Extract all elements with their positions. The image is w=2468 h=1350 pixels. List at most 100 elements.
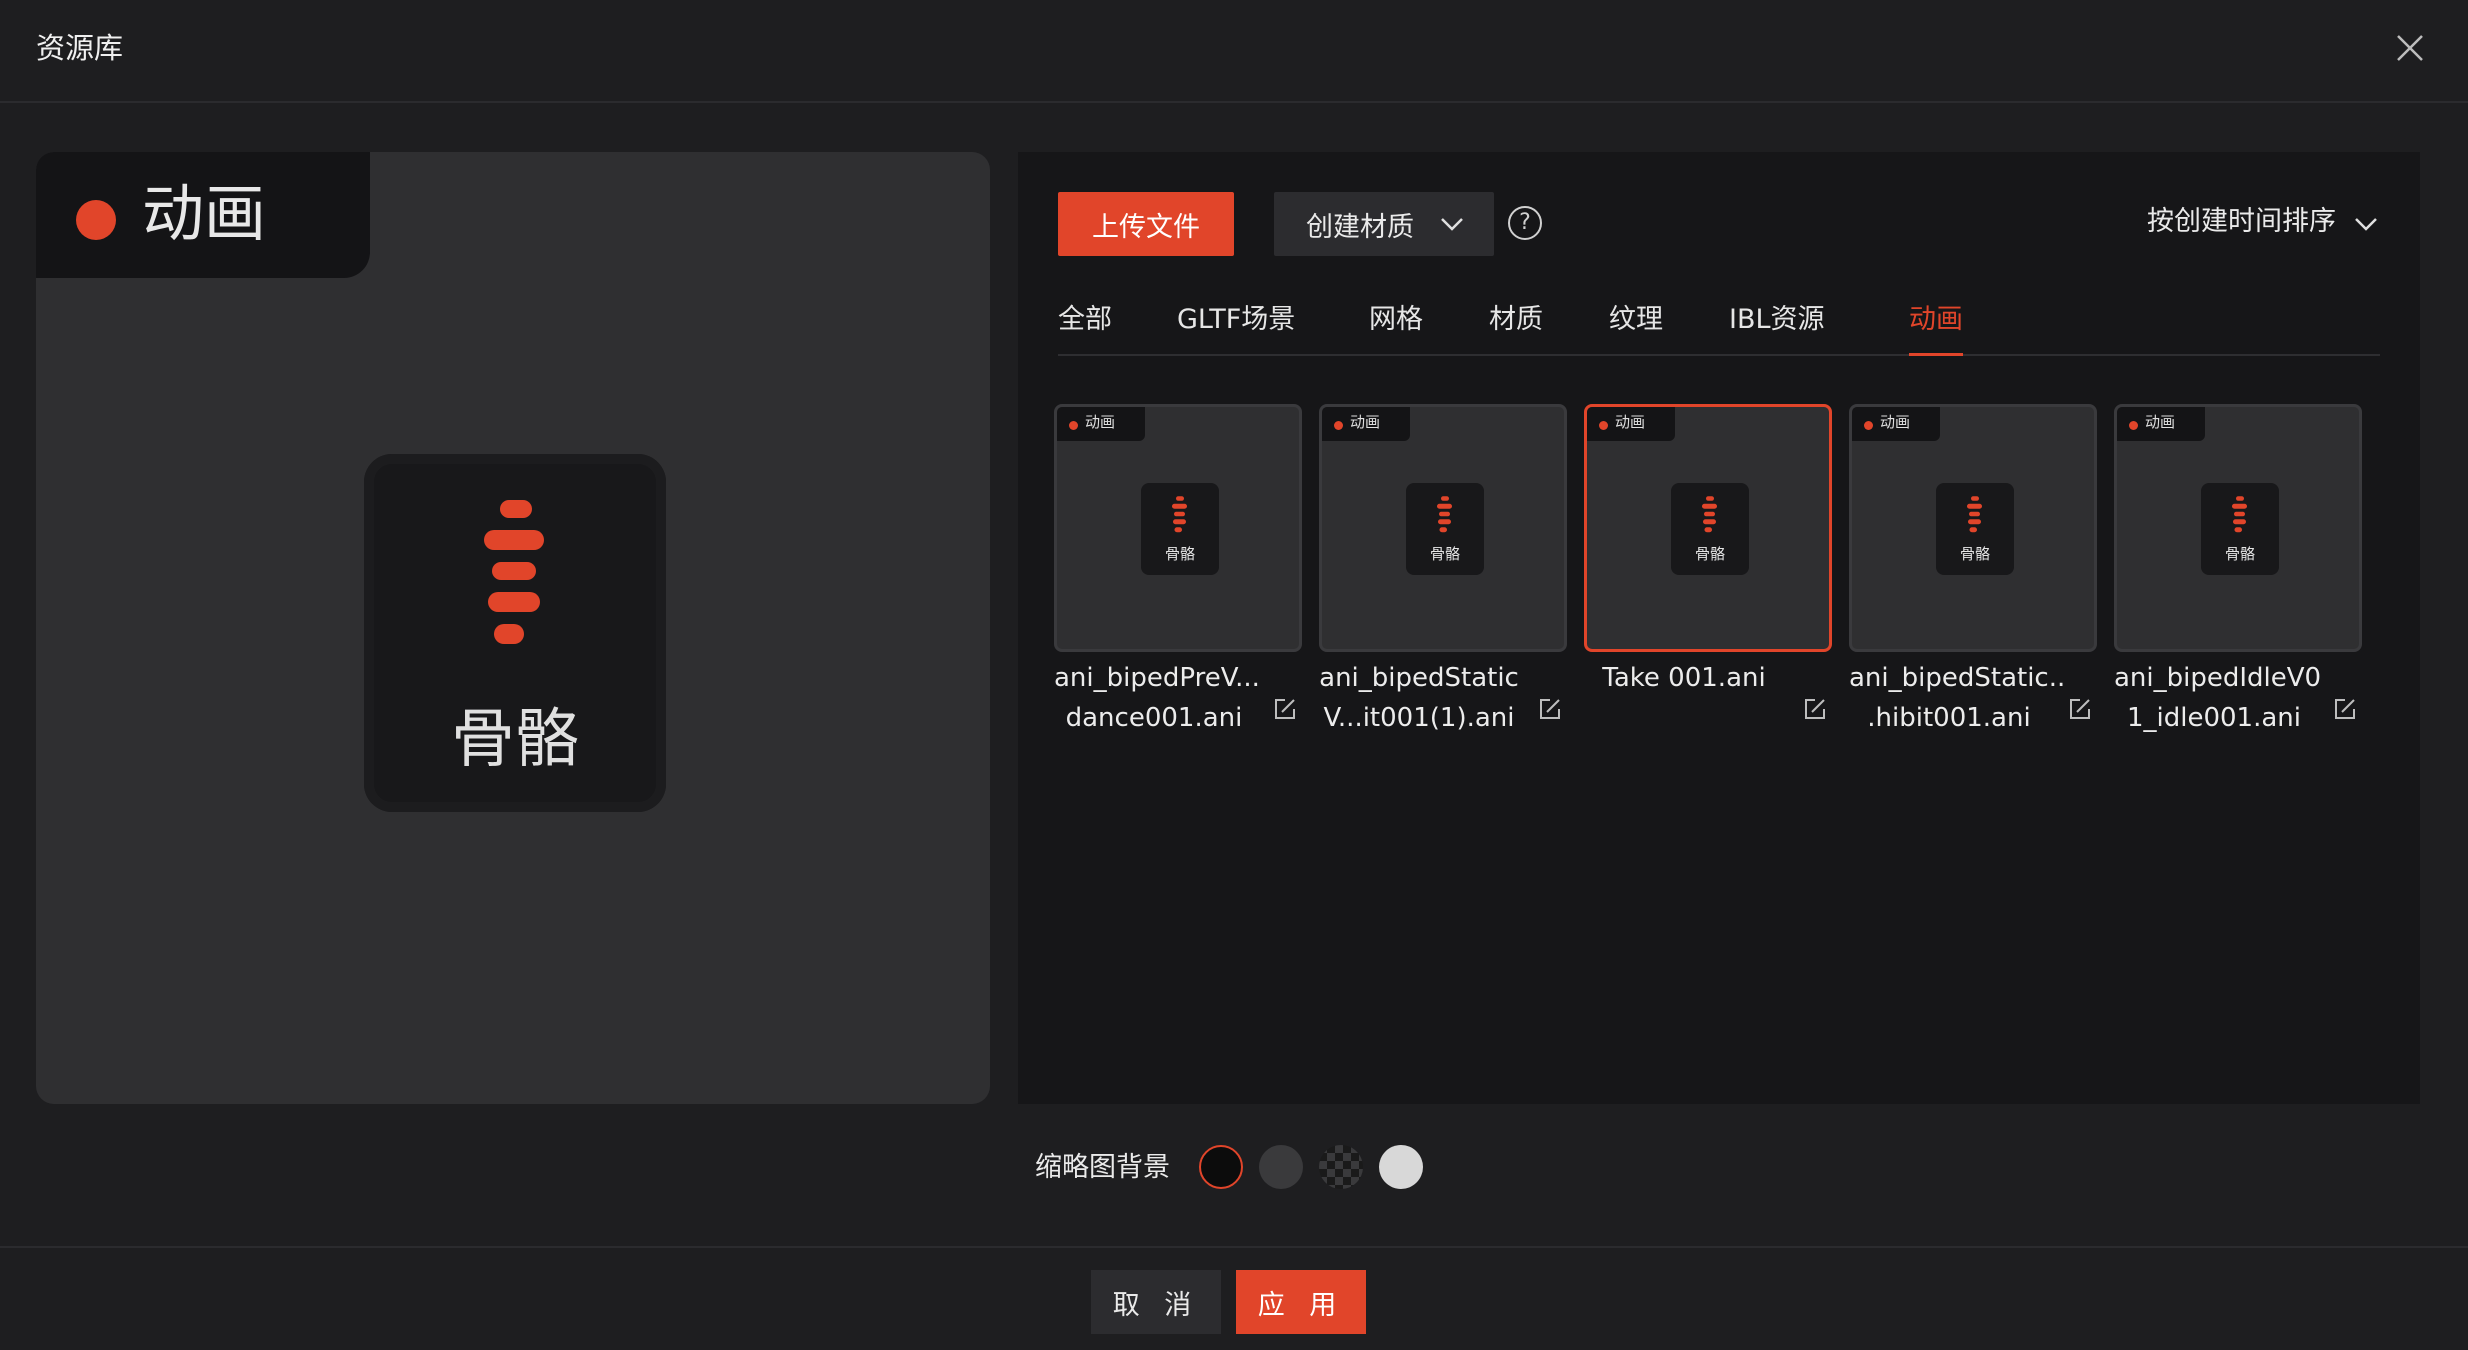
asset-thumbnail[interactable]: 动画 骨骼 bbox=[2114, 404, 2362, 652]
sort-label: 按创建时间排序 bbox=[2147, 206, 2336, 237]
asset-badge-label: 动画 bbox=[2145, 413, 2176, 431]
asset-filename-line2: V...it001(1).ani bbox=[1323, 703, 1515, 733]
edit-icon[interactable] bbox=[1272, 696, 1298, 722]
asset-filename-line1: ani_bipedStatic bbox=[1319, 663, 1519, 693]
asset-filename-line1: Take 001.ani bbox=[1602, 663, 1766, 693]
edit-icon[interactable] bbox=[2067, 696, 2093, 722]
asset-type-badge: 动画 bbox=[1587, 407, 1675, 441]
sort-dropdown[interactable]: 按创建时间排序 bbox=[2147, 200, 2380, 244]
asset-filename: Take 001.ani bbox=[1584, 658, 1784, 698]
asset-filename-line2: dance001.ani bbox=[1065, 703, 1243, 733]
badge-dot-icon bbox=[76, 200, 116, 240]
asset-filename: ani_bipedStatic V...it001(1).ani bbox=[1319, 658, 1519, 738]
skeleton-card: 骨骼 bbox=[2201, 483, 2279, 575]
tab-ibl[interactable]: IBL资源 bbox=[1729, 298, 1825, 342]
badge-dot-icon bbox=[2129, 421, 2138, 430]
chevron-down-icon bbox=[1441, 218, 1463, 231]
asset-badge-label: 动画 bbox=[1350, 413, 1381, 431]
asset-type-badge: 动画 bbox=[1057, 407, 1145, 441]
asset-item: 动画 骨骼 ani_bipedStatic V...it001(1).ani bbox=[1319, 404, 1567, 740]
asset-type-badge: 动画 bbox=[1852, 407, 1940, 441]
tab-animation[interactable]: 动画 bbox=[1909, 298, 1963, 356]
asset-filename: ani_bipedIdleV0 1_idle001.ani bbox=[2114, 658, 2321, 738]
edit-icon[interactable] bbox=[1537, 696, 1563, 722]
skeleton-icon bbox=[1967, 496, 1982, 533]
bg-swatch-dark-gray[interactable] bbox=[1259, 1145, 1303, 1189]
tab-all[interactable]: 全部 bbox=[1058, 298, 1112, 342]
asset-preview: 动画 骨骼 bbox=[36, 152, 990, 1104]
asset-badge-label: 动画 bbox=[1615, 413, 1646, 431]
badge-dot-icon bbox=[1599, 421, 1608, 430]
asset-filename-line1: ani_bipedPreV... bbox=[1054, 663, 1260, 693]
bg-swatch-checker[interactable] bbox=[1319, 1145, 1363, 1189]
create-material-label: 创建材质 bbox=[1306, 211, 1414, 243]
asset-name: ani_bipedPreV... dance001.ani bbox=[1054, 656, 1302, 740]
dialog-header: 资源库 bbox=[0, 0, 2468, 103]
asset-filename-line1: ani_bipedStatic.. bbox=[1849, 663, 2066, 693]
asset-thumbnail[interactable]: 动画 骨骼 bbox=[1849, 404, 2097, 652]
skeleton-card: 骨骼 bbox=[1671, 483, 1749, 575]
asset-name: Take 001.ani bbox=[1584, 656, 1832, 740]
skeleton-icon bbox=[1702, 496, 1717, 533]
badge-dot-icon bbox=[1069, 421, 1078, 430]
tab-texture[interactable]: 纹理 bbox=[1609, 298, 1663, 342]
preview-badge-label: 动画 bbox=[142, 177, 267, 250]
asset-item: 动画 骨骼 ani_bipedPreV... dance001.ani bbox=[1054, 404, 1302, 740]
thumbnail-background-label: 缩略图背景 bbox=[1035, 1152, 1170, 1183]
asset-badge-label: 动画 bbox=[1880, 413, 1911, 431]
skeleton-label: 骨骼 bbox=[1959, 545, 1990, 563]
skeleton-card: 骨骼 bbox=[1406, 483, 1484, 575]
asset-item: 动画 骨骼 Take 001.ani bbox=[1584, 404, 1832, 740]
asset-name: ani_bipedIdleV0 1_idle001.ani bbox=[2114, 656, 2362, 740]
apply-button[interactable]: 应 用 bbox=[1236, 1270, 1366, 1334]
badge-dot-icon bbox=[1334, 421, 1343, 430]
asset-badge-label: 动画 bbox=[1085, 413, 1116, 431]
asset-filename: ani_bipedStatic.. .hibit001.ani bbox=[1849, 658, 2065, 738]
chevron-down-icon bbox=[2355, 218, 2377, 231]
category-tabs: 全部 GLTF场景 网格 材质 纹理 IBL资源 动画 bbox=[1058, 298, 2380, 356]
asset-thumbnail[interactable]: 动画 骨骼 bbox=[1319, 404, 1567, 652]
skeleton-card: 骨骼 bbox=[1936, 483, 2014, 575]
skeleton-icon bbox=[484, 500, 544, 644]
edit-icon[interactable] bbox=[2332, 696, 2358, 722]
skeleton-label: 骨骼 bbox=[1164, 545, 1195, 563]
tab-gltf-scene[interactable]: GLTF场景 bbox=[1177, 298, 1295, 342]
preview-type-badge: 动画 bbox=[36, 152, 370, 278]
help-icon[interactable]: ? bbox=[1508, 206, 1542, 240]
skeleton-icon bbox=[1437, 496, 1452, 533]
skeleton-icon bbox=[1172, 496, 1187, 533]
skeleton-label: 骨骼 bbox=[2224, 545, 2255, 563]
asset-browser-panel: 上传文件 创建材质 ? 按创建时间排序 全部 GLTF场景 网格 材质 纹理 I… bbox=[1018, 152, 2420, 1104]
asset-filename-line2: .hibit001.ani bbox=[1867, 703, 2031, 733]
asset-item: 动画 骨骼 ani_bipedIdleV0 1_idle001.ani bbox=[2114, 404, 2362, 740]
bg-swatch-light-gray[interactable] bbox=[1379, 1145, 1423, 1189]
skeleton-label: 骨骼 bbox=[451, 703, 579, 777]
edit-icon[interactable] bbox=[1802, 696, 1828, 722]
tab-mesh[interactable]: 网格 bbox=[1369, 298, 1423, 342]
skeleton-card: 骨骼 bbox=[1141, 483, 1219, 575]
skeleton-label: 骨骼 bbox=[1429, 545, 1460, 563]
asset-item: 动画 骨骼 ani_bipedStatic.. .hibit001.ani bbox=[1849, 404, 2097, 740]
asset-filename-line1: ani_bipedIdleV0 bbox=[2114, 663, 2322, 693]
create-material-dropdown[interactable]: 创建材质 bbox=[1274, 192, 1494, 256]
cancel-button[interactable]: 取 消 bbox=[1091, 1270, 1221, 1334]
asset-name: ani_bipedStatic V...it001(1).ani bbox=[1319, 656, 1567, 740]
bg-swatch-black[interactable] bbox=[1199, 1145, 1243, 1189]
dialog-footer: 取 消 应 用 bbox=[0, 1246, 2468, 1350]
skeleton-label: 骨骼 bbox=[1694, 545, 1725, 563]
tab-material[interactable]: 材质 bbox=[1489, 298, 1543, 342]
badge-dot-icon bbox=[1864, 421, 1873, 430]
asset-thumbnail[interactable]: 动画 骨骼 bbox=[1054, 404, 1302, 652]
resource-library-dialog: 资源库 动画 骨骼 上传文件 创建材质 ? 按创建时间排序 全部 GLTF场景 … bbox=[0, 0, 2468, 1350]
asset-type-badge: 动画 bbox=[1322, 407, 1410, 441]
asset-filename: ani_bipedPreV... dance001.ani bbox=[1054, 658, 1260, 738]
upload-file-button[interactable]: 上传文件 bbox=[1058, 192, 1234, 256]
asset-thumbnail-selected[interactable]: 动画 骨骼 bbox=[1584, 404, 1832, 652]
asset-type-badge: 动画 bbox=[2117, 407, 2205, 441]
asset-filename-line2: 1_idle001.ani bbox=[2126, 703, 2301, 733]
skeleton-icon bbox=[2232, 496, 2247, 533]
asset-name: ani_bipedStatic.. .hibit001.ani bbox=[1849, 656, 2097, 740]
skeleton-card: 骨骼 bbox=[364, 454, 666, 812]
close-icon[interactable] bbox=[2390, 28, 2430, 68]
dialog-title: 资源库 bbox=[36, 31, 124, 65]
